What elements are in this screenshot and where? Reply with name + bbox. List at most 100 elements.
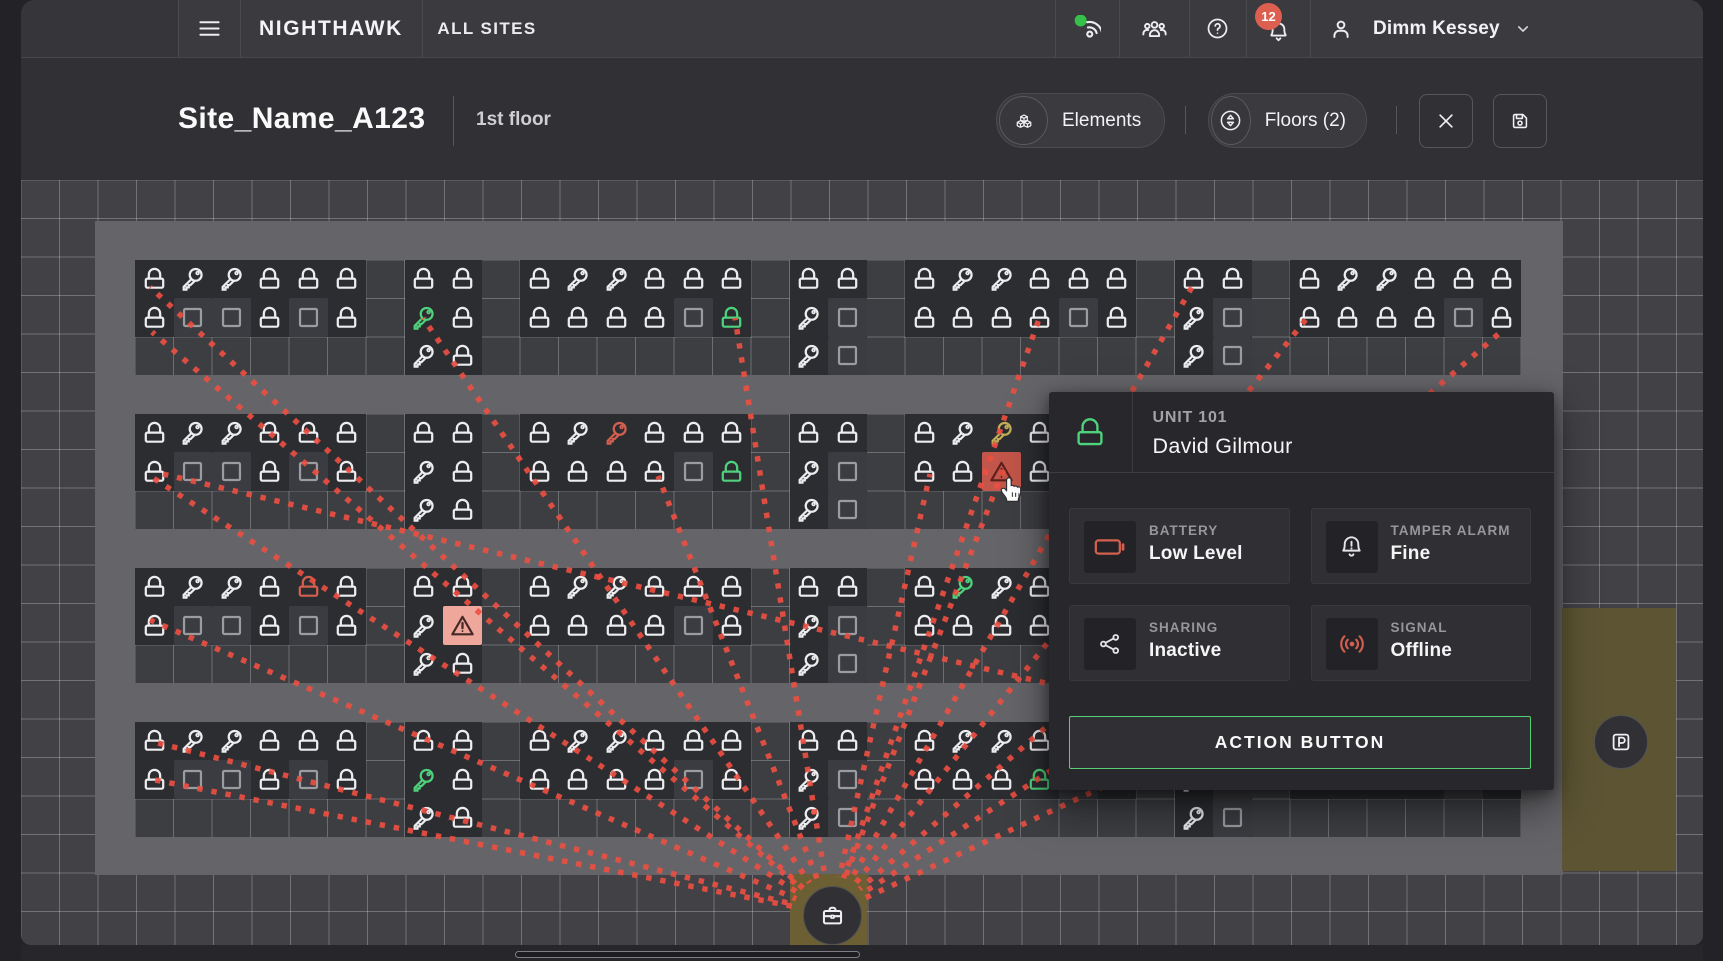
unit-cell-lock[interactable] — [982, 606, 1021, 645]
unit-cell-key[interactable] — [405, 491, 444, 530]
unit-cell-lock[interactable] — [636, 568, 675, 607]
unit-cell-lock[interactable] — [905, 722, 944, 761]
nav-all-sites[interactable]: ALL SITES — [422, 0, 552, 57]
unit-cell-lock[interactable] — [905, 414, 944, 453]
unit-cell-square-tile[interactable] — [674, 760, 713, 799]
unit-cell-lock[interactable] — [1290, 260, 1329, 299]
close-button[interactable] — [1419, 94, 1473, 148]
unit-cell-lock[interactable] — [1213, 260, 1252, 299]
unit-cell-lock[interactable] — [944, 452, 983, 491]
unit-cell-lock[interactable] — [674, 722, 713, 761]
unit-cell-lock[interactable] — [713, 606, 752, 645]
unit-cell-key[interactable] — [982, 414, 1021, 453]
unit-cell-square-tile[interactable] — [174, 452, 213, 491]
unit-cell-square-tile[interactable] — [212, 452, 251, 491]
unit-cell-square-tile[interactable] — [212, 606, 251, 645]
unit-cell-key[interactable] — [790, 491, 829, 530]
unit-cell-square-tile[interactable] — [174, 760, 213, 799]
unit-cell-lock[interactable] — [559, 452, 598, 491]
unit-cell-key[interactable] — [597, 568, 636, 607]
unit-cell-key[interactable] — [1175, 298, 1214, 337]
unit-cell-key[interactable] — [559, 414, 598, 453]
unit-cell-lock[interactable] — [135, 722, 174, 761]
unit-cell-key[interactable] — [212, 414, 251, 453]
unit-cell-lock[interactable] — [597, 606, 636, 645]
unit-cell-lock[interactable] — [289, 722, 328, 761]
unit-cell-warning-tile[interactable] — [443, 606, 482, 645]
unit-cell-lock[interactable] — [713, 760, 752, 799]
unit-cell-square-tile[interactable] — [212, 760, 251, 799]
unit-cell-square-tile[interactable] — [674, 606, 713, 645]
unit-cell-lock[interactable] — [636, 452, 675, 491]
unit-cell-lock[interactable] — [135, 414, 174, 453]
unit-cell-key[interactable] — [405, 298, 444, 337]
unit-cell-key[interactable] — [597, 722, 636, 761]
unit-cell-lock[interactable] — [1059, 260, 1098, 299]
unit-cell-lock[interactable] — [135, 260, 174, 299]
unit-cell-key[interactable] — [1367, 260, 1406, 299]
unit-cell-lock[interactable] — [328, 568, 367, 607]
unit-cell-lock[interactable] — [251, 722, 290, 761]
unit-cell-lock[interactable] — [328, 606, 367, 645]
unit-cell-key[interactable] — [405, 760, 444, 799]
unit-cell-lock[interactable] — [328, 452, 367, 491]
unit-cell-lock[interactable] — [828, 260, 867, 299]
unit-cell-key[interactable] — [597, 414, 636, 453]
unit-cell-square-tile[interactable] — [674, 298, 713, 337]
unit-cell-lock[interactable] — [251, 606, 290, 645]
unit-cell-lock[interactable] — [289, 260, 328, 299]
notifications-button[interactable]: 12 — [1246, 0, 1310, 57]
users-button[interactable] — [1119, 0, 1189, 57]
unit-cell-lock[interactable] — [443, 337, 482, 376]
unit-cell-key[interactable] — [174, 414, 213, 453]
unit-cell-lock[interactable] — [597, 452, 636, 491]
unit-cell-lock[interactable] — [559, 606, 598, 645]
unit-cell-lock[interactable] — [135, 568, 174, 607]
unit-cell-square-tile[interactable] — [1059, 298, 1098, 337]
parking-marker[interactable] — [1594, 715, 1648, 769]
unit-cell-key[interactable] — [597, 260, 636, 299]
unit-cell-square-tile[interactable] — [174, 298, 213, 337]
unit-cell-lock[interactable] — [559, 298, 598, 337]
floors-button[interactable]: Floors (2) — [1208, 93, 1367, 148]
save-button[interactable] — [1493, 94, 1547, 148]
unit-cell-lock[interactable] — [328, 260, 367, 299]
unit-cell-lock[interactable] — [443, 568, 482, 607]
unit-cell-lock[interactable] — [1406, 260, 1445, 299]
unit-cell-lock[interactable] — [597, 760, 636, 799]
unit-cell-lock[interactable] — [828, 568, 867, 607]
unit-cell-lock[interactable] — [905, 298, 944, 337]
unit-cell-key[interactable] — [405, 452, 444, 491]
unit-cell-key[interactable] — [790, 645, 829, 684]
unit-cell-key[interactable] — [559, 722, 598, 761]
unit-cell-key[interactable] — [790, 799, 829, 838]
unit-cell-key[interactable] — [174, 722, 213, 761]
unit-cell-lock[interactable] — [944, 760, 983, 799]
unit-cell-square-tile[interactable] — [828, 760, 867, 799]
unit-cell-lock[interactable] — [1406, 298, 1445, 337]
unit-cell-key[interactable] — [790, 452, 829, 491]
unit-cell-square-tile[interactable] — [1444, 298, 1483, 337]
unit-cell-square-tile[interactable] — [289, 760, 328, 799]
unit-cell-lock[interactable] — [674, 568, 713, 607]
unit-cell-square-tile[interactable] — [828, 298, 867, 337]
unit-cell-lock[interactable] — [251, 452, 290, 491]
map-canvas[interactable]: UNIT 101 David Gilmour BATTERY Low Level… — [21, 180, 1703, 945]
hub-marker[interactable] — [803, 886, 862, 945]
unit-cell-lock[interactable] — [443, 799, 482, 838]
unit-cell-lock[interactable] — [328, 722, 367, 761]
connectivity-button[interactable] — [1055, 0, 1119, 57]
unit-cell-lock[interactable] — [520, 260, 559, 299]
action-button[interactable]: ACTION BUTTON — [1069, 716, 1531, 769]
unit-cell-lock[interactable] — [1175, 260, 1214, 299]
unit-cell-lock[interactable] — [636, 606, 675, 645]
unit-cell-lock[interactable] — [790, 722, 829, 761]
unit-cell-lock[interactable] — [520, 760, 559, 799]
unit-cell-square-tile[interactable] — [828, 491, 867, 530]
unit-cell-lock[interactable] — [520, 414, 559, 453]
unit-cell-square-tile[interactable] — [212, 298, 251, 337]
unit-cell-lock[interactable] — [443, 722, 482, 761]
unit-cell-lock[interactable] — [405, 568, 444, 607]
unit-cell-lock[interactable] — [674, 414, 713, 453]
unit-cell-key[interactable] — [1175, 799, 1214, 838]
